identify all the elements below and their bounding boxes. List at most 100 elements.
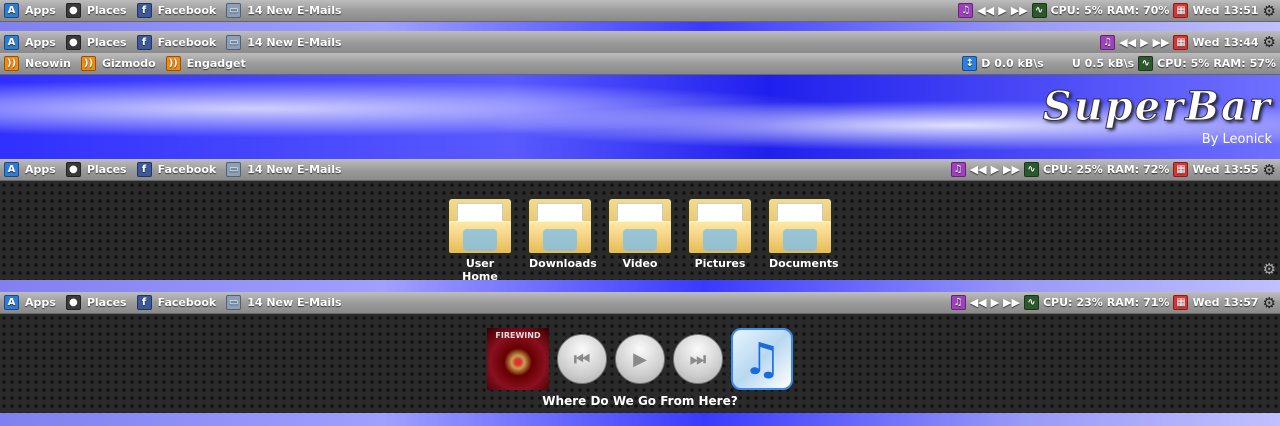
launcher-label: Apps [25, 296, 56, 309]
launcher-14-new-e-mails[interactable]: ▭ 14 New E-Mails [226, 3, 342, 18]
superbar-3: A Apps ● Places f Facebook ▭ 14 New E-Mails ♫ ◀◀ ▶… [0, 159, 1280, 181]
itunes-icon[interactable]: ♫ [1100, 34, 1116, 50]
play-button[interactable]: ▶ [615, 334, 665, 384]
clock-day: Wed [1192, 296, 1220, 309]
launcher-14-new-e-mails[interactable]: ▭ 14 New E-Mails [226, 295, 342, 310]
launcher-places[interactable]: ● Places [65, 3, 127, 18]
launcher-label: Places [86, 35, 127, 49]
ram-label: RAM: [1106, 4, 1140, 17]
folder-icon-part [783, 229, 817, 251]
folder-icon [769, 195, 831, 253]
mail-icon: ▭ [226, 3, 242, 18]
launcher-label: 14 New E-Mails [247, 4, 342, 17]
settings-gear-icon[interactable]: ⚙ [1263, 33, 1276, 51]
play-button[interactable]: ▶ [991, 163, 999, 176]
facebook-icon: f [136, 162, 152, 177]
launcher-label: Apps [25, 163, 56, 176]
settings-gear-icon[interactable]: ⚙ [1263, 2, 1276, 20]
feed-label: Engadget [186, 57, 246, 70]
itunes-icon[interactable]: ♫ [950, 162, 966, 177]
launcher-facebook[interactable]: f Facebook [136, 162, 216, 177]
itunes-icon[interactable]: ♫ [731, 328, 793, 390]
launcher-places[interactable]: ● Places [65, 34, 127, 50]
launcher-label: Apps [25, 4, 56, 17]
settings-gear-icon[interactable]: ⚙ [1263, 260, 1276, 278]
folder-pictures[interactable]: Pictures [689, 195, 751, 280]
launcher-apps[interactable]: A Apps [4, 3, 56, 18]
launcher-label: Places [86, 4, 127, 17]
author-credit: By Leonick [1201, 132, 1272, 147]
launcher-apps[interactable]: A Apps [4, 34, 56, 50]
launcher-places[interactable]: ● Places [65, 295, 127, 310]
clock-day: Wed [1192, 163, 1220, 176]
cpu-value: 23% [1076, 296, 1103, 309]
folder-label: User Home [462, 257, 498, 283]
media-panel: FIREWIND ⏮ ▶ ⏭ ♫ Where Do We Go From Her… [0, 314, 1280, 413]
play-button[interactable]: ▶ [998, 4, 1006, 17]
cpu-label: CPU: [1157, 57, 1187, 70]
rewind-button[interactable]: ◀◀ [977, 4, 994, 17]
rss-icon: )) [4, 56, 19, 71]
ram-label: RAM: [1213, 57, 1246, 70]
folder-label: Pictures [694, 257, 746, 270]
ram-value: 71% [1143, 296, 1170, 309]
feed-label: Neowin [25, 57, 71, 70]
drive-icon: ● [65, 162, 81, 177]
launcher-14-new-e-mails[interactable]: ▭ 14 New E-Mails [226, 162, 342, 177]
rewind-button[interactable]: ◀◀ [970, 296, 987, 309]
fast-forward-button[interactable]: ▶▶ [1003, 163, 1020, 176]
feed-engadget[interactable]: )) Engadget [165, 56, 246, 71]
folder-documents[interactable]: Documents [769, 195, 839, 280]
rss-icon: )) [165, 56, 181, 71]
play-button[interactable]: ▶ [1140, 36, 1148, 49]
launcher-label: Facebook [157, 296, 217, 309]
itunes-icon[interactable]: ♫ [958, 3, 974, 18]
download-speed: D 0.0 kB\s [981, 57, 1044, 70]
clock-time: 13:55 [1223, 163, 1259, 176]
cpu-monitor-icon: ∿ [1138, 56, 1154, 71]
next-button[interactable]: ⏭ [673, 334, 723, 384]
fast-forward-button[interactable]: ▶▶ [1003, 296, 1020, 309]
previous-button[interactable]: ⏮ [557, 334, 607, 384]
calendar-icon[interactable]: ▦ [1173, 3, 1189, 18]
folder-icon-part [703, 229, 737, 251]
launcher-facebook[interactable]: f Facebook [136, 34, 216, 50]
settings-gear-icon[interactable]: ⚙ [1263, 294, 1276, 312]
launcher-apps[interactable]: A Apps [4, 162, 56, 177]
ram-label: RAM: [1106, 163, 1140, 176]
desktop-strip [0, 22, 1280, 31]
launcher-facebook[interactable]: f Facebook [136, 295, 217, 310]
calendar-icon[interactable]: ▦ [1173, 34, 1189, 50]
mail-icon: ▭ [226, 34, 242, 50]
clock-time: 13:44 [1223, 35, 1259, 49]
fast-forward-button[interactable]: ▶▶ [1153, 36, 1170, 49]
album-title: FIREWIND [495, 331, 541, 340]
launcher-places[interactable]: ● Places [65, 162, 127, 177]
tray: ♫ ◀◀ ▶ ▶▶ ∿ CPU: 25% RAM: 72% ▦ Wed 13:55 ⚙ [950, 161, 1276, 179]
calendar-icon[interactable]: ▦ [1173, 162, 1189, 177]
launcher-label: Places [86, 163, 127, 176]
cpu-label: CPU: [1042, 163, 1073, 176]
calendar-icon[interactable]: ▦ [1173, 295, 1189, 310]
itunes-icon[interactable]: ♫ [950, 295, 966, 310]
folder-video[interactable]: Video [609, 195, 671, 280]
feed-gizmodo[interactable]: )) Gizmodo [81, 56, 156, 71]
settings-gear-icon[interactable]: ⚙ [1263, 161, 1276, 179]
play-button[interactable]: ▶ [991, 296, 999, 309]
folder-user-home[interactable]: User Home [449, 195, 511, 283]
fast-forward-button[interactable]: ▶▶ [1011, 4, 1028, 17]
feed-neowin[interactable]: )) Neowin [4, 56, 71, 71]
app-store-icon: A [4, 162, 19, 177]
launcher-facebook[interactable]: f Facebook [136, 3, 216, 18]
facebook-icon: f [136, 3, 152, 18]
album-art: FIREWIND [487, 328, 549, 390]
launcher-apps[interactable]: A Apps [4, 295, 56, 310]
rewind-button[interactable]: ◀◀ [970, 163, 987, 176]
folder-downloads[interactable]: Downloads [529, 195, 597, 280]
launcher-14-new-e-mails[interactable]: ▭ 14 New E-Mails [226, 34, 342, 50]
play-icon: ▶ [633, 348, 647, 370]
clock-day: Wed [1192, 35, 1220, 49]
rewind-button[interactable]: ◀◀ [1119, 36, 1136, 49]
clock-time: 13:57 [1223, 296, 1259, 309]
folder-icon-part [463, 229, 497, 251]
